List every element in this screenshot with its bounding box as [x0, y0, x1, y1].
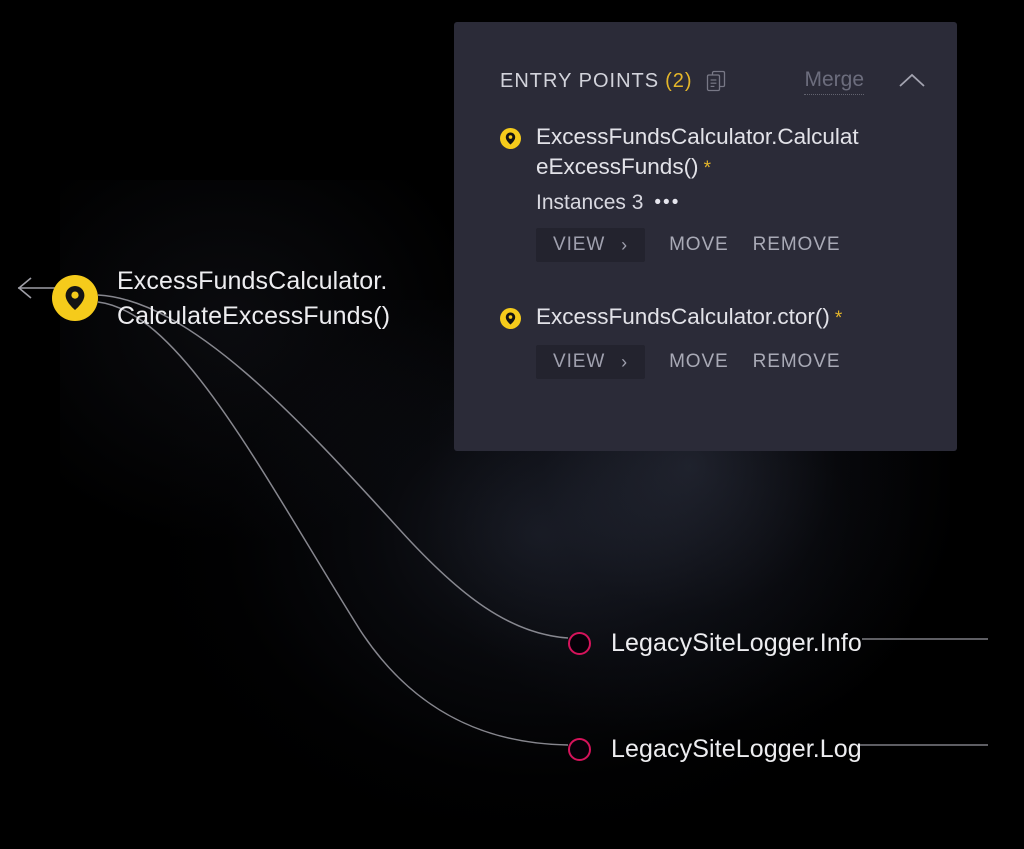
chevron-up-icon[interactable]: [897, 72, 927, 90]
graph-node-legacy-info-label: LegacySiteLogger.Info: [611, 629, 862, 657]
entry-point-instances[interactable]: Instances 3 •••: [536, 191, 927, 215]
entry-point-name-wrap: ExcessFundsCalculator.CalculateExcessFun…: [536, 122, 866, 182]
entry-point-modified-marker: *: [834, 308, 843, 329]
ring-node-icon[interactable]: [568, 737, 591, 761]
call-graph-canvas[interactable]: ExcessFundsCalculator. CalculateExcessFun…: [0, 0, 1024, 849]
copy-icon[interactable]: [706, 70, 726, 92]
chevron-right-icon: ›: [621, 352, 629, 372]
entry-point-heading: ExcessFundsCalculator.ctor() *: [500, 302, 927, 332]
entry-points-panel-header: ENTRY POINTS (2) Merge: [500, 66, 927, 96]
map-pin-icon: [500, 128, 521, 149]
graph-node-legacy-log[interactable]: LegacySiteLogger.Log: [568, 735, 862, 763]
entry-point-name: ExcessFundsCalculator.CalculateExcessFun…: [536, 124, 859, 179]
view-button[interactable]: VIEW ›: [536, 345, 646, 379]
ring-node-icon[interactable]: [568, 631, 591, 655]
more-options-icon[interactable]: •••: [654, 193, 680, 212]
background-glow-tertiary: [60, 180, 480, 540]
panel-title: ENTRY POINTS: [500, 69, 660, 92]
remove-button[interactable]: REMOVE: [753, 235, 841, 255]
panel-entry-count: (2): [665, 69, 693, 92]
entry-point-heading: ExcessFundsCalculator.CalculateExcessFun…: [500, 122, 927, 182]
view-button-label: VIEW: [553, 351, 606, 372]
merge-button[interactable]: Merge: [804, 68, 864, 95]
entry-point-actions: VIEW › MOVE REMOVE: [536, 345, 927, 379]
entry-points-panel: ENTRY POINTS (2) Merge ExcessFundsCalcul…: [454, 22, 957, 451]
move-button[interactable]: MOVE: [669, 352, 729, 372]
entry-point-actions: VIEW › MOVE REMOVE: [536, 228, 927, 262]
graph-node-entry-point-label: ExcessFundsCalculator. CalculateExcessFun…: [117, 267, 391, 330]
entry-point-name-wrap: ExcessFundsCalculator.ctor() *: [536, 302, 842, 332]
entry-point-row[interactable]: ExcessFundsCalculator.ctor() * VIEW › MOV…: [500, 302, 927, 379]
chevron-right-icon: ›: [621, 235, 629, 255]
entry-point-modified-marker: *: [703, 158, 711, 179]
entry-point-row[interactable]: ExcessFundsCalculator.CalculateExcessFun…: [500, 122, 927, 262]
map-pin-icon: [500, 308, 521, 329]
move-button[interactable]: MOVE: [669, 235, 729, 255]
entry-point-instances-label: Instances 3: [536, 191, 644, 214]
graph-node-legacy-info[interactable]: LegacySiteLogger.Info: [568, 629, 862, 657]
entry-point-name: ExcessFundsCalculator.ctor(): [536, 304, 830, 329]
view-button[interactable]: VIEW ›: [536, 228, 646, 262]
map-pin-icon[interactable]: [52, 275, 98, 321]
incoming-edge-arrow: [17, 277, 56, 299]
view-button-label: VIEW: [553, 234, 606, 255]
graph-node-legacy-log-label: LegacySiteLogger.Log: [611, 735, 862, 763]
remove-button[interactable]: REMOVE: [753, 352, 841, 372]
graph-node-entry-point[interactable]: ExcessFundsCalculator. CalculateExcessFun…: [52, 262, 390, 334]
